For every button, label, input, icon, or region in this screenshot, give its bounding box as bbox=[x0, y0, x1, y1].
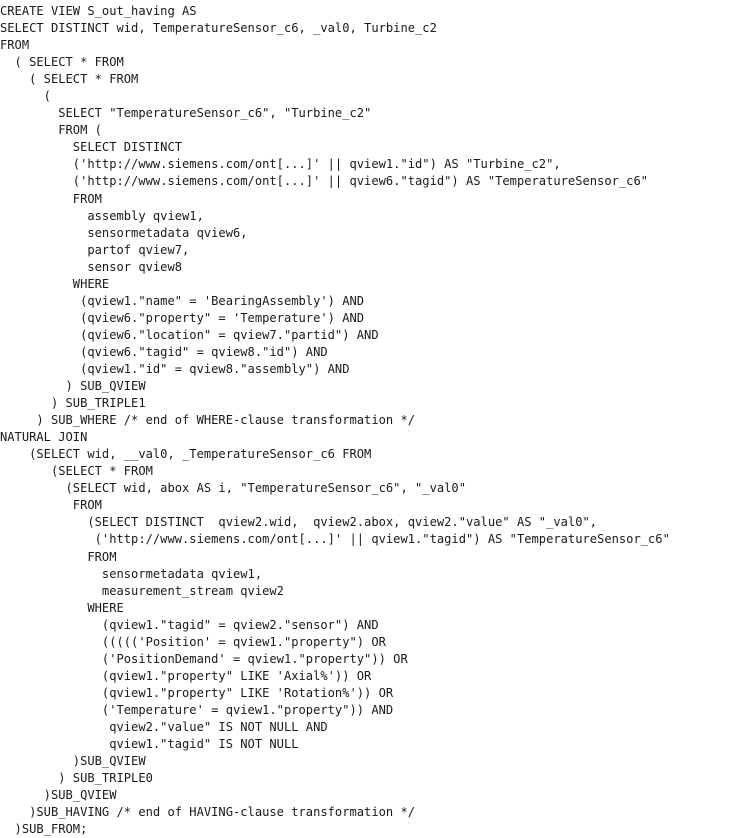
code-line: ) SUB_WHERE /* end of WHERE-clause trans… bbox=[0, 413, 416, 428]
code-line: qview2."value" IS NOT NULL AND bbox=[0, 719, 328, 734]
code-line: (SELECT * FROM bbox=[0, 464, 153, 479]
code-line: sensor qview8 bbox=[0, 259, 183, 274]
code-line: (SELECT wid, __val0, _TemperatureSensor_… bbox=[0, 447, 372, 462]
code-line: (qview1."property" LIKE 'Rotation%')) OR bbox=[0, 685, 394, 700]
code-line: (qview6."tagid" = qview8."id") AND bbox=[0, 344, 328, 359]
code-line: SELECT "TemperatureSensor_c6", "Turbine_… bbox=[0, 106, 372, 121]
code-line: )SUB_HAVING /* end of HAVING-clause tran… bbox=[0, 805, 416, 820]
code-line: FROM bbox=[0, 498, 102, 513]
code-line: ( SELECT * FROM bbox=[0, 55, 124, 70]
code-line: WHERE bbox=[0, 276, 110, 291]
code-line: (qview1."tagid" = qview2."sensor") AND bbox=[0, 617, 379, 632]
code-line: partof qview7, bbox=[0, 242, 190, 257]
code-line: ('http://www.siemens.com/ont[...]' || qv… bbox=[0, 532, 670, 547]
code-line: )SUB_QVIEW bbox=[0, 754, 146, 769]
code-line: assembly qview1, bbox=[0, 208, 204, 223]
code-line: (qview1."name" = 'BearingAssembly') AND bbox=[0, 293, 365, 308]
code-line: ((((('Position' = qview1."property") OR bbox=[0, 634, 386, 649]
code-line: SELECT DISTINCT bbox=[0, 140, 183, 155]
code-line: NATURAL JOIN bbox=[0, 430, 88, 445]
code-line: ('http://www.siemens.com/ont[...]' || qv… bbox=[0, 174, 649, 189]
code-line: ) SUB_TRIPLE0 bbox=[0, 771, 153, 786]
code-line: ('Temperature' = qview1."property")) AND bbox=[0, 702, 394, 717]
code-line: (SELECT DISTINCT qview2.wid, qview2.abox… bbox=[0, 515, 598, 530]
code-line: )SUB_QVIEW bbox=[0, 788, 117, 803]
code-line: sensormetadata qview1, bbox=[0, 566, 263, 581]
code-line: FROM bbox=[0, 191, 102, 206]
code-line: ('PositionDemand' = qview1."property")) … bbox=[0, 651, 408, 666]
code-line: sensormetadata qview6, bbox=[0, 225, 248, 240]
code-line: FROM ( bbox=[0, 123, 102, 138]
code-line: ( bbox=[0, 89, 51, 104]
code-line: WHERE bbox=[0, 600, 124, 615]
code-line: ) SUB_TRIPLE1 bbox=[0, 396, 146, 411]
code-line: ( SELECT * FROM bbox=[0, 72, 139, 87]
code-line: CREATE VIEW S_out_having AS bbox=[0, 4, 197, 18]
code-line: ) SUB_QVIEW bbox=[0, 379, 146, 394]
code-line: )SUB_FROM; bbox=[0, 822, 88, 837]
code-line: FROM bbox=[0, 38, 30, 53]
code-line: ('http://www.siemens.com/ont[...]' || qv… bbox=[0, 157, 561, 172]
code-line: measurement_stream qview2 bbox=[0, 583, 284, 598]
code-line: (qview6."location" = qview7."partid") AN… bbox=[0, 327, 379, 342]
code-line: (qview6."property" = 'Temperature') AND bbox=[0, 310, 365, 325]
code-line: qview1."tagid" IS NOT NULL bbox=[0, 737, 299, 752]
code-line: (qview1."id" = qview8."assembly") AND bbox=[0, 361, 350, 376]
code-line: SELECT DISTINCT wid, TemperatureSensor_c… bbox=[0, 21, 437, 36]
code-line: (SELECT wid, abox AS i, "TemperatureSens… bbox=[0, 481, 466, 496]
sql-code-listing: CREATE VIEW S_out_having AS SELECT DISTIN… bbox=[0, 0, 755, 837]
code-line: FROM bbox=[0, 549, 117, 564]
code-line: (qview1."property" LIKE 'Axial%')) OR bbox=[0, 668, 372, 683]
